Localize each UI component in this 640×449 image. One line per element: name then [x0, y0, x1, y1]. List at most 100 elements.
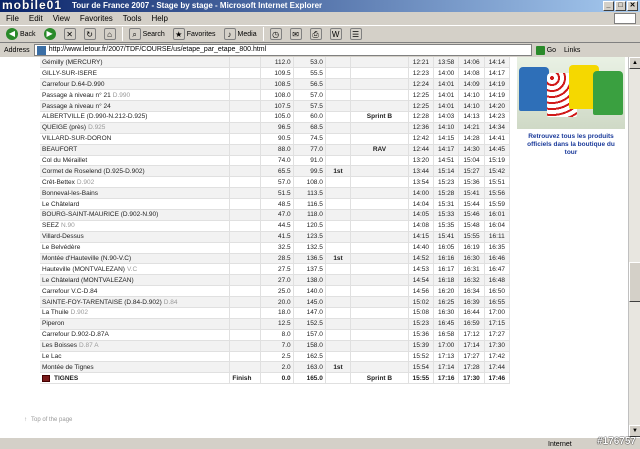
- climb-category: [325, 57, 352, 69]
- km-covered: 77.0: [293, 144, 326, 156]
- climb-category: [325, 155, 352, 167]
- time-cell: 13:20: [408, 155, 435, 167]
- time-cell: 14:15: [433, 133, 460, 145]
- time-cell: 14:15: [408, 231, 435, 243]
- top-of-page-link[interactable]: ↑ Top of the page: [24, 417, 72, 423]
- menu-file[interactable]: File: [6, 12, 19, 25]
- shop-advert[interactable]: Retrouvez tous les produits officiels da…: [515, 57, 627, 182]
- blank-cell: [229, 274, 262, 287]
- sprint-label: [350, 253, 409, 265]
- time-cell: 14:08: [408, 220, 435, 232]
- km-remaining: 18.0: [260, 307, 294, 319]
- close-button[interactable]: ✕: [627, 1, 638, 11]
- vertical-scrollbar[interactable]: ▲ ▼: [628, 57, 640, 437]
- menu-help[interactable]: Help: [151, 12, 167, 25]
- time-cell: 17:30: [484, 340, 511, 352]
- location-cell: BOURG-SAINT-MAURICE (D.902-N.90): [40, 209, 231, 221]
- climb-category: [325, 78, 352, 91]
- advert-text: Retrouvez tous les produits officiels da…: [527, 133, 615, 156]
- edit-icon: W: [329, 28, 342, 40]
- discuss-button[interactable]: ☰: [348, 27, 364, 41]
- media-button[interactable]: ♪ Media: [222, 27, 259, 41]
- blank-cell: [229, 78, 262, 91]
- location-cell: La Thuile D.902: [40, 307, 231, 319]
- km-remaining: 44.5: [260, 220, 294, 232]
- km-remaining: 96.5: [260, 122, 294, 134]
- arrow-up-icon: ↑: [24, 417, 27, 423]
- time-cell: 16:58: [433, 329, 460, 341]
- time-cell: 17:00: [484, 307, 511, 319]
- location-cell: Le Belvédère: [40, 242, 231, 254]
- scroll-up-icon[interactable]: ▲: [629, 57, 640, 69]
- mail-button[interactable]: ✉: [288, 27, 304, 41]
- km-remaining: 8.0: [260, 329, 294, 341]
- km-remaining: 41.5: [260, 231, 294, 243]
- go-button[interactable]: Go: [535, 45, 556, 55]
- title-bar: mobile01 Tour de France 2007 - Stage by …: [0, 0, 640, 12]
- history-button[interactable]: ◷: [268, 27, 284, 41]
- search-button[interactable]: ⌕ Search: [127, 27, 167, 41]
- edit-button[interactable]: W: [328, 27, 344, 41]
- road-reference: D.902: [76, 178, 95, 186]
- time-cell: 15:28: [433, 187, 460, 200]
- time-cell: 16:39: [458, 296, 485, 308]
- km-remaining: 74.0: [260, 155, 294, 167]
- time-cell: 17:44: [484, 361, 511, 374]
- time-cell: 16:35: [484, 242, 511, 254]
- home-button[interactable]: ⌂: [102, 27, 118, 41]
- climb-category: [325, 307, 352, 319]
- time-cell: 14:23: [484, 111, 511, 123]
- back-button[interactable]: ◀ Back: [4, 27, 38, 41]
- km-remaining: 107.5: [260, 100, 294, 112]
- green-jersey-icon: [593, 71, 623, 115]
- climb-category: [325, 231, 352, 243]
- scroll-thumb[interactable]: [629, 262, 640, 302]
- time-cell: 16:01: [484, 209, 511, 221]
- route-table: Gémilly (MERCURY) 112.0 53.0 12:21 13:58 14:0…: [40, 57, 511, 385]
- time-cell: 16:30: [433, 307, 460, 319]
- blank-cell: [229, 340, 262, 352]
- favorites-button[interactable]: ★ Favorites: [171, 27, 218, 41]
- time-cell: 15:08: [408, 307, 435, 319]
- time-cell: 16:20: [433, 285, 460, 298]
- links-button[interactable]: Links: [564, 47, 580, 54]
- climb-category: [325, 89, 352, 102]
- minimize-button[interactable]: _: [603, 1, 614, 11]
- sprint-label: [350, 100, 409, 112]
- sprint-label: [350, 361, 409, 374]
- time-cell: 14:41: [484, 133, 511, 145]
- time-cell: 14:30: [458, 144, 485, 156]
- blue-jersey-icon: [519, 67, 549, 111]
- time-cell: 15:39: [408, 340, 435, 352]
- km-covered: 113.5: [293, 187, 326, 200]
- time-cell: 14:54: [408, 274, 435, 287]
- stop-button[interactable]: ✕: [62, 27, 78, 41]
- forward-button[interactable]: ▶: [42, 27, 58, 41]
- time-cell: 16:47: [484, 263, 511, 276]
- location-cell: Montée d'Hauteville (N.90-V.C): [40, 253, 231, 265]
- menu-view[interactable]: View: [53, 12, 70, 25]
- time-cell: 15:54: [408, 361, 435, 374]
- km-covered: 74.5: [293, 133, 326, 145]
- menu-tools[interactable]: Tools: [123, 12, 142, 25]
- refresh-button[interactable]: ↻: [82, 27, 98, 41]
- blank-cell: [229, 133, 262, 145]
- blank-cell: [229, 253, 262, 265]
- maximize-button[interactable]: □: [615, 1, 626, 11]
- road-reference: D.902: [70, 309, 88, 317]
- menu-edit[interactable]: Edit: [29, 12, 43, 25]
- time-cell: 16:04: [484, 220, 511, 232]
- km-remaining: 90.5: [260, 133, 294, 145]
- time-cell: 15:51: [484, 176, 511, 189]
- table-row: Col du Méraillet 74.0 91.0 13:20 14:51 15:04 1…: [40, 155, 511, 167]
- location-name: Gémilly (MERCURY): [42, 58, 103, 66]
- address-input[interactable]: http://www.letour.fr/2007/TDF/COURSE/us/…: [33, 44, 532, 56]
- location-cell: Les Boisses D.87 A: [40, 340, 231, 352]
- km-remaining: 2.0: [260, 361, 294, 374]
- print-button[interactable]: ⎙: [308, 27, 324, 41]
- location-name: Montée de Tignes: [42, 363, 94, 371]
- sprint-label: [350, 198, 409, 210]
- table-row: QUEIGE (près) D.925 96.5 68.5 12:36 14:10 14:2…: [40, 122, 511, 134]
- menu-favorites[interactable]: Favorites: [80, 12, 113, 25]
- km-covered: 163.0: [293, 361, 326, 374]
